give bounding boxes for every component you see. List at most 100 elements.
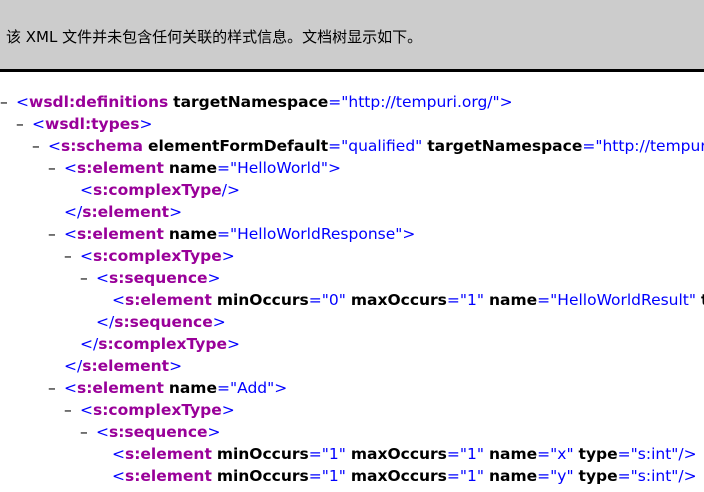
xml-bracket: < <box>16 93 29 111</box>
xml-tag-name: s:complexType <box>93 181 222 199</box>
xml-tree-line: </s:sequence> <box>0 311 704 333</box>
xml-bracket: </ <box>80 335 99 353</box>
xml-tree-line: – <s:element name="HelloWorldResponse"> <box>0 223 704 245</box>
xml-equals: = <box>216 159 230 177</box>
xml-attribute-value: "http://tempuri.org/" <box>595 137 704 155</box>
xml-bracket: > <box>274 379 288 397</box>
xml-tag-name: s:element <box>77 379 164 397</box>
xml-tree-line: </s:element> <box>0 201 704 223</box>
xml-attribute-name: name <box>488 445 538 463</box>
xml-equals: = <box>617 445 631 463</box>
xml-bracket: > <box>402 225 416 243</box>
xml-tree-line: – <s:element name="Add"> <box>0 377 704 399</box>
xml-attribute-name: maxOccurs <box>350 291 447 309</box>
xml-tree-line: <s:element minOccurs="0" maxOccurs="1" n… <box>0 289 704 311</box>
xml-bracket: > <box>221 401 235 419</box>
xml-attribute-name: maxOccurs <box>350 467 447 485</box>
xml-attribute-value: "1" <box>459 445 485 463</box>
xml-bracket: < <box>32 115 45 133</box>
xml-equals: = <box>446 467 460 485</box>
xml-attribute-name: name <box>488 467 538 485</box>
xml-tag-name: s:element <box>125 291 212 309</box>
xml-attribute-value: "1" <box>459 291 485 309</box>
xml-bracket: < <box>64 225 77 243</box>
xml-bracket: < <box>48 137 61 155</box>
xml-tag-name: s:complexType <box>98 335 227 353</box>
collapse-toggle[interactable]: – <box>16 113 32 135</box>
collapse-toggle[interactable]: – <box>48 377 64 399</box>
xml-tree-line: – <wsdl:types> <box>0 113 704 135</box>
xml-attribute-value: "1" <box>321 467 346 485</box>
xml-attribute-value: "Add" <box>229 379 275 397</box>
xml-tag-name: s:element <box>82 203 170 221</box>
xml-attribute-name: maxOccurs <box>350 445 447 463</box>
xml-bracket: < <box>80 401 93 419</box>
xml-tree-line: </s:complexType> <box>0 333 704 355</box>
xml-tree-line: <s:element minOccurs="1" maxOccurs="1" n… <box>0 465 704 487</box>
xml-bracket: </ <box>96 313 115 331</box>
xml-attribute-name: elementFormDefault <box>147 137 329 155</box>
xml-bracket: </ <box>64 357 83 375</box>
xml-tree-line: – <s:complexType> <box>0 245 704 267</box>
collapse-toggle[interactable]: – <box>80 267 96 289</box>
xml-equals: = <box>308 445 322 463</box>
xml-tag-name: s:element <box>77 159 164 177</box>
xml-bracket: < <box>96 269 109 287</box>
xml-bracket: < <box>80 181 93 199</box>
collapse-toggle[interactable]: – <box>48 157 64 179</box>
xml-tag-name: s:complexType <box>93 401 222 419</box>
xml-equals: = <box>308 467 322 485</box>
collapse-toggle[interactable]: – <box>32 135 48 157</box>
xml-attribute-value: "0" <box>321 291 346 309</box>
xml-tree-line: – <s:sequence> <box>0 267 704 289</box>
xml-bracket: > <box>227 335 240 353</box>
xml-bracket: /> <box>678 467 697 485</box>
xml-bracket: > <box>169 203 183 221</box>
xml-tag-name: s:element <box>82 357 170 375</box>
xml-tag-name: s:element <box>125 467 212 485</box>
xml-bracket: < <box>64 379 77 397</box>
xml-style-info-banner: 该 XML 文件并未包含任何关联的样式信息。文档树显示如下。 <box>0 0 704 72</box>
xml-bracket: > <box>221 247 235 265</box>
xml-tag-name: wsdl:types <box>45 115 140 133</box>
xml-tag-name: s:element <box>77 225 164 243</box>
xml-attribute-value: "HelloWorldResult" <box>550 291 697 309</box>
xml-equals: = <box>537 291 551 309</box>
xml-bracket: < <box>80 247 93 265</box>
collapse-toggle[interactable]: – <box>0 91 16 113</box>
xml-equals: = <box>617 467 631 485</box>
xml-bracket: > <box>499 93 513 111</box>
xml-attribute-value: "http://tempuri.org/" <box>341 93 500 111</box>
xml-bracket: < <box>112 291 125 309</box>
xml-equals: = <box>446 445 460 463</box>
xml-bracket: </ <box>64 203 83 221</box>
xml-bracket: > <box>169 357 183 375</box>
xml-attribute-name: minOccurs <box>216 291 309 309</box>
xml-bracket: > <box>212 313 226 331</box>
xml-bracket: > <box>139 115 153 133</box>
xml-bracket: < <box>112 467 125 485</box>
xml-attribute-value: "y" <box>550 467 574 485</box>
xml-tag-name: s:sequence <box>114 313 213 331</box>
xml-equals: = <box>582 137 596 155</box>
xml-attribute-value: "HelloWorldResponse" <box>229 225 403 243</box>
xml-bracket: < <box>96 423 109 441</box>
xml-attribute-value: "x" <box>550 445 574 463</box>
xml-attribute-value: "qualified" <box>341 137 423 155</box>
xml-tree-line: <s:complexType/> <box>0 179 704 201</box>
xml-equals: = <box>216 225 230 243</box>
xml-attribute-value: "1" <box>459 467 485 485</box>
xml-bracket: /> <box>678 445 697 463</box>
xml-attribute-name: name <box>168 159 217 177</box>
collapse-toggle[interactable]: – <box>64 245 80 267</box>
collapse-toggle[interactable]: – <box>64 399 80 421</box>
xml-attribute-name: name <box>168 379 217 397</box>
xml-bracket: /> <box>221 181 240 199</box>
xml-attribute-name: type <box>578 467 618 485</box>
collapse-toggle[interactable]: – <box>48 223 64 245</box>
xml-bracket: < <box>112 445 125 463</box>
xml-tree-line: </s:element> <box>0 355 704 377</box>
xml-equals: = <box>537 467 551 485</box>
xml-equals: = <box>308 291 322 309</box>
collapse-toggle[interactable]: – <box>80 421 96 443</box>
